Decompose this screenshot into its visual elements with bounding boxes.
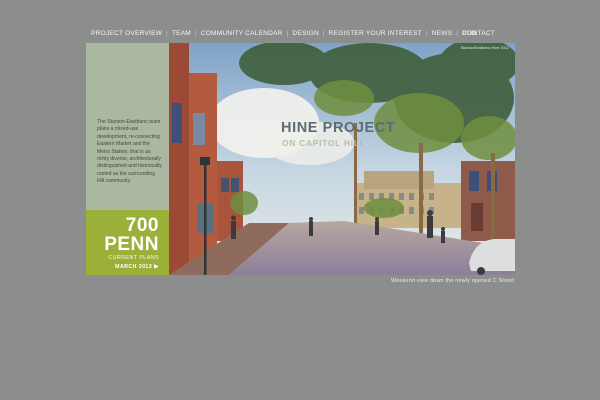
- image-caption: Weekend view down the newly opened C Str…: [391, 278, 514, 284]
- project-description: The Stanton-Eastbanc team plans a mixed-…: [97, 119, 162, 185]
- nav-separator: |: [425, 31, 428, 37]
- brand-name: PENN: [104, 234, 159, 255]
- nav-item-contact[interactable]: CONTACT: [462, 30, 495, 37]
- image-copyright: Stanton/Eastbanc Hine 2012: [460, 46, 509, 50]
- current-plans-link[interactable]: 700 PENN CURRENT PLANS MARCH 2013 ▶: [86, 210, 169, 275]
- nav-item-design[interactable]: DESIGN: [292, 30, 318, 37]
- play-arrow-icon: ▶: [153, 264, 159, 270]
- brand-date-link[interactable]: MARCH 2013 ▶: [115, 263, 159, 270]
- nav-separator: |: [322, 31, 325, 37]
- watercolor-scene: [169, 43, 515, 275]
- nav-item-news[interactable]: NEWS: [432, 30, 453, 37]
- nav-separator: |: [456, 31, 459, 37]
- nav-item-register-your-interest[interactable]: REGISTER YOUR INTEREST: [329, 30, 422, 37]
- nav-item-community-calendar[interactable]: COMMUNITY CALENDAR: [201, 30, 283, 37]
- top-navigation: PROJECT OVERVIEW | TEAM | COMMUNITY CALENDAR…: [87, 27, 501, 41]
- hero-subtitle: ON CAPITOL HILL: [282, 138, 366, 148]
- nav-list: PROJECT OVERVIEW | TEAM | COMMUNITY CALENDAR…: [91, 30, 477, 37]
- brand-date-label: MARCH 2013: [115, 264, 153, 270]
- nav-item-team[interactable]: TEAM: [172, 30, 191, 37]
- nav-item-project-overview[interactable]: PROJECT OVERVIEW: [91, 30, 162, 37]
- hero-stage: The Stanton-Eastbanc team plans a mixed-…: [86, 43, 515, 275]
- nav-separator: |: [195, 31, 197, 37]
- brand-subtitle: CURRENT PLANS: [108, 255, 159, 261]
- nav-separator: |: [286, 31, 289, 37]
- hero-title: HINE PROJECT: [281, 120, 396, 136]
- brand-number: 700: [125, 215, 159, 236]
- street-illustration[interactable]: HINE PROJECT ON CAPITOL HILL Stanton/Eas…: [169, 43, 515, 275]
- nav-separator: |: [166, 31, 168, 37]
